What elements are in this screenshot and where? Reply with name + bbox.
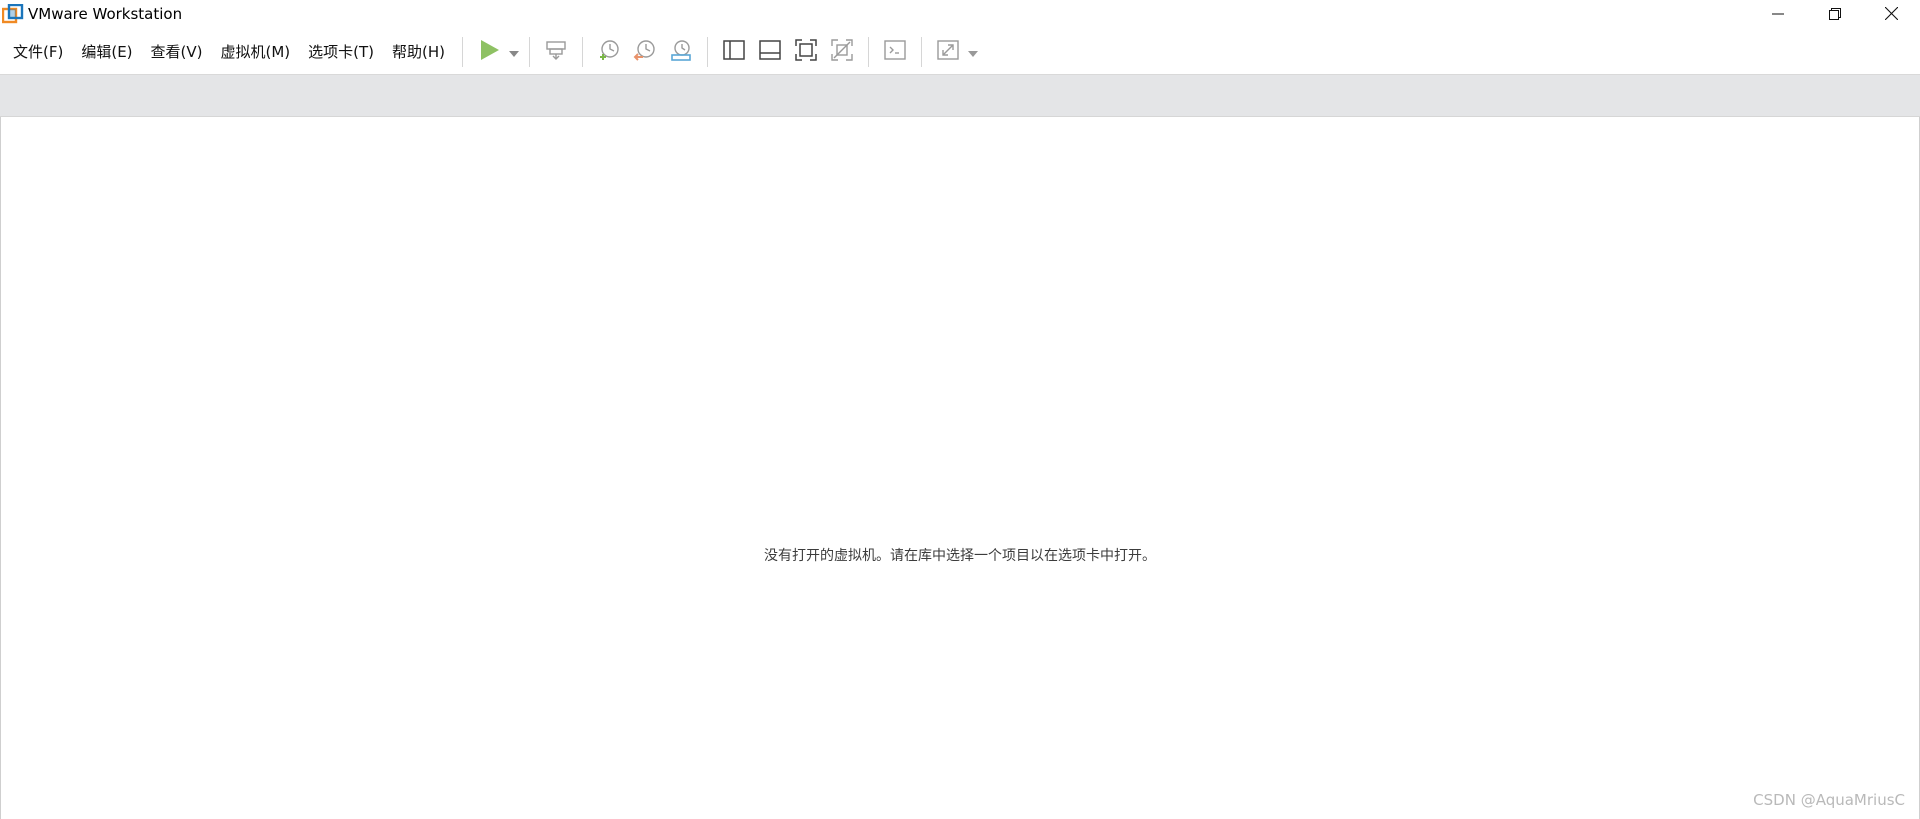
watermark: CSDN @AquaMriusC [1753,791,1905,809]
revert-snapshot-button[interactable] [630,37,660,67]
window-controls [1749,0,1920,29]
stretch-dropdown-button[interactable] [966,37,980,67]
console-view-icon [883,38,907,66]
restore-button[interactable] [1806,0,1863,29]
close-icon [1884,5,1899,24]
vmware-window: VMware Workstation 文件(F) 编辑(E) 查看(V) 虚拟机… [0,0,1920,819]
empty-state-message: 没有打开的虚拟机。请在库中选择一个项目以在选项卡中打开。 [764,548,1156,564]
send-ctrl-alt-del-icon [544,38,568,66]
menu-vm[interactable]: 虚拟机(M) [212,37,300,67]
close-button[interactable] [1863,0,1920,29]
play-icon [478,39,500,65]
snapshot-manager-button[interactable] [666,37,696,67]
revert-snapshot-icon [633,38,657,66]
stretch-guest-icon [936,38,960,66]
show-thumbnail-bar-icon [758,38,782,66]
power-dropdown-button[interactable] [507,37,521,67]
chevron-down-icon [968,42,979,61]
take-snapshot-button[interactable] [594,37,624,67]
menu-view[interactable]: 查看(V) [142,37,212,67]
full-screen-icon [794,38,818,66]
toolbar-separator [582,36,584,67]
stretch-guest-button[interactable] [933,37,963,67]
unity-icon [830,38,854,66]
toolbar-separator [707,36,709,67]
show-library-icon [722,38,746,66]
menu-edit[interactable]: 编辑(E) [72,37,141,67]
toolbar-separator [868,36,870,67]
menu-file[interactable]: 文件(F) [0,37,72,67]
main-content: 没有打开的虚拟机。请在库中选择一个项目以在选项卡中打开。 CSDN @AquaM… [0,117,1920,819]
show-library-button[interactable] [719,37,749,67]
menu-tabs[interactable]: 选项卡(T) [299,37,383,67]
tab-strip [0,75,1920,117]
snapshot-manager-icon [669,38,693,66]
toolbar-separator [921,36,923,67]
show-thumbnail-bar-button[interactable] [755,37,785,67]
toolbar-separator [529,36,531,67]
minimize-icon [1771,5,1784,24]
console-view-button[interactable] [880,37,910,67]
window-title: VMware Workstation [28,5,183,23]
vmware-logo-icon [1,3,24,26]
chevron-down-icon [509,42,520,61]
restore-icon [1828,5,1841,24]
take-snapshot-icon [597,38,621,66]
title-bar: VMware Workstation [0,0,1920,29]
toolbar-separator [462,36,464,67]
menu-help[interactable]: 帮助(H) [383,37,454,67]
power-on-button[interactable] [474,37,504,67]
full-screen-button[interactable] [791,37,821,67]
send-ctrl-alt-del-button[interactable] [541,37,571,67]
unity-button[interactable] [827,37,857,67]
minimize-button[interactable] [1749,0,1806,29]
menu-toolbar: 文件(F) 编辑(E) 查看(V) 虚拟机(M) 选项卡(T) 帮助(H) [0,29,1920,75]
